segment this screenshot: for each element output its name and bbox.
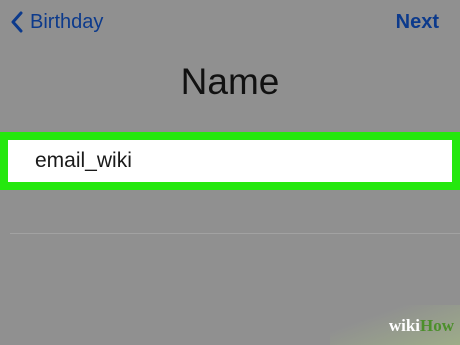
separator-line [10, 233, 460, 234]
watermark-wiki-text: wiki [388, 316, 420, 335]
page-title: Name [180, 61, 280, 102]
back-button-label: Birthday [30, 11, 104, 33]
wikihow-watermark: wiki How [362, 311, 454, 341]
navigation-bar: Birthday Next [0, 0, 460, 44]
back-button[interactable]: Birthday [10, 8, 103, 36]
name-field[interactable] [8, 140, 452, 182]
chevron-left-icon [11, 11, 23, 33]
watermark-how-text: How [420, 316, 454, 335]
name-field-highlight [0, 132, 460, 190]
next-button[interactable]: Next [396, 8, 439, 36]
